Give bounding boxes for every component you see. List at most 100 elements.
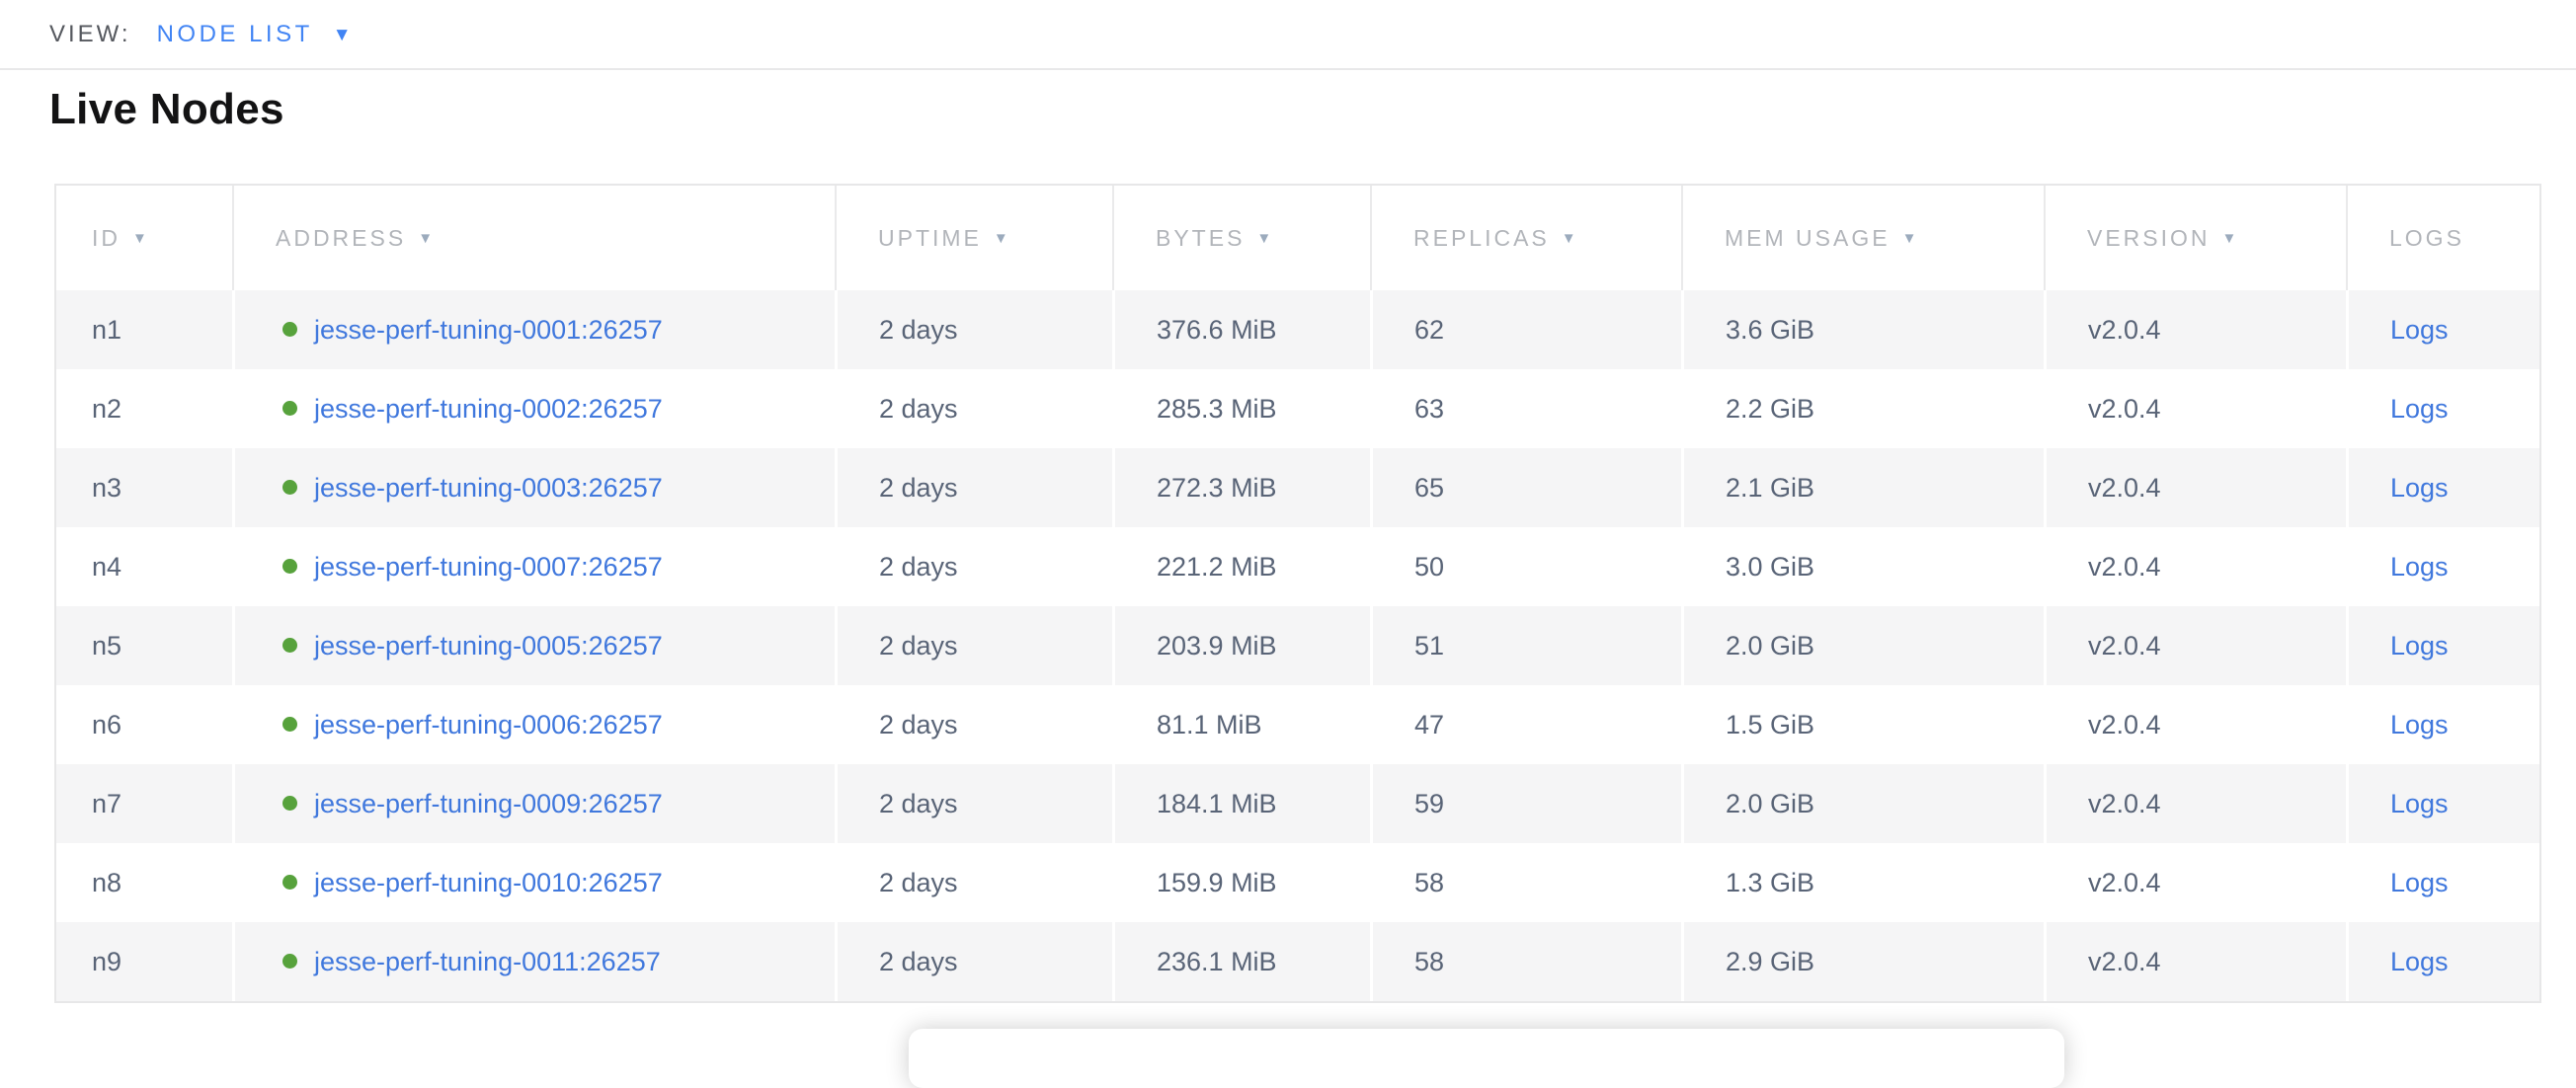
node-live-dot-icon xyxy=(282,322,297,337)
node-address-link[interactable]: jesse-perf-tuning-0003:26257 xyxy=(314,473,663,503)
cell-id: n7 xyxy=(56,764,232,843)
cell-mem-usage: 1.3 GiB xyxy=(1681,843,2044,922)
node-logs-link[interactable]: Logs xyxy=(2390,473,2449,503)
view-dropdown-value: NODE LIST xyxy=(157,21,313,48)
column-label: MEM USAGE xyxy=(1725,225,1891,251)
cell-bytes: 221.2 MiB xyxy=(1112,527,1370,606)
node-live-dot-icon xyxy=(282,796,297,811)
cell-replicas: 63 xyxy=(1370,369,1681,448)
sort-arrow-icon: ▼ xyxy=(2222,230,2237,247)
cell-id: n6 xyxy=(56,685,232,764)
cell-uptime: 2 days xyxy=(835,606,1112,685)
node-address-link[interactable]: jesse-perf-tuning-0001:26257 xyxy=(314,315,663,345)
cell-version: v2.0.4 xyxy=(2044,764,2346,843)
node-logs-link[interactable]: Logs xyxy=(2390,631,2449,661)
sort-arrow-icon: ▼ xyxy=(1256,230,1271,247)
cell-replicas: 58 xyxy=(1370,843,1681,922)
live-nodes-table: ID ▼ ADDRESS ▼ UPTIME▼ BYTES ▼ REPLICAS ▼ MEM USA… xyxy=(54,184,2541,1003)
node-address-link[interactable]: jesse-perf-tuning-0005:26257 xyxy=(314,631,663,661)
node-address-link[interactable]: jesse-perf-tuning-0002:26257 xyxy=(314,394,663,424)
node-logs-link[interactable]: Logs xyxy=(2390,868,2449,897)
cell-logs: Logs xyxy=(2346,685,2539,764)
next-section-card xyxy=(909,1029,2064,1088)
cell-version: v2.0.4 xyxy=(2044,843,2346,922)
cell-address: jesse-perf-tuning-0010:26257 xyxy=(232,843,835,922)
sort-arrow-icon: ▼ xyxy=(418,230,433,247)
cell-version: v2.0.4 xyxy=(2044,290,2346,369)
column-header-uptime[interactable]: UPTIME▼ xyxy=(835,186,1112,290)
cell-uptime: 2 days xyxy=(835,290,1112,369)
cell-address: jesse-perf-tuning-0011:26257 xyxy=(232,922,835,1001)
cell-replicas: 51 xyxy=(1370,606,1681,685)
node-address-link[interactable]: jesse-perf-tuning-0006:26257 xyxy=(314,710,663,739)
table-row: n9jesse-perf-tuning-0011:262572 days236.… xyxy=(56,922,2539,1001)
cell-id: n4 xyxy=(56,527,232,606)
column-header-mem-usage[interactable]: MEM USAGE▼ xyxy=(1681,186,2044,290)
cell-mem-usage: 2.0 GiB xyxy=(1681,764,2044,843)
cell-mem-usage: 2.0 GiB xyxy=(1681,606,2044,685)
column-header-address[interactable]: ADDRESS ▼ xyxy=(232,186,835,290)
cell-mem-usage: 2.2 GiB xyxy=(1681,369,2044,448)
cell-id: n3 xyxy=(56,448,232,527)
node-live-dot-icon xyxy=(282,401,297,416)
sort-arrow-icon: ▼ xyxy=(132,230,147,247)
table-row: n6jesse-perf-tuning-0006:262572 days81.1… xyxy=(56,685,2539,764)
cell-mem-usage: 1.5 GiB xyxy=(1681,685,2044,764)
node-logs-link[interactable]: Logs xyxy=(2390,789,2449,818)
view-bar: VIEW: NODE LIST ▼ xyxy=(0,0,2576,70)
column-header-bytes[interactable]: BYTES ▼ xyxy=(1112,186,1370,290)
cell-uptime: 2 days xyxy=(835,764,1112,843)
view-dropdown[interactable]: NODE LIST ▼ xyxy=(157,21,352,48)
node-logs-link[interactable]: Logs xyxy=(2390,947,2449,976)
column-header-replicas[interactable]: REPLICAS ▼ xyxy=(1370,186,1681,290)
cell-version: v2.0.4 xyxy=(2044,922,2346,1001)
column-label: VERSION xyxy=(2087,225,2211,251)
cell-bytes: 376.6 MiB xyxy=(1112,290,1370,369)
sort-arrow-icon: ▼ xyxy=(1562,230,1576,247)
cell-bytes: 236.1 MiB xyxy=(1112,922,1370,1001)
node-logs-link[interactable]: Logs xyxy=(2390,710,2449,739)
cell-address: jesse-perf-tuning-0001:26257 xyxy=(232,290,835,369)
node-address-link[interactable]: jesse-perf-tuning-0010:26257 xyxy=(314,868,663,897)
table-row: n3jesse-perf-tuning-0003:262572 days272.… xyxy=(56,448,2539,527)
column-label: ID xyxy=(92,225,121,251)
cell-address: jesse-perf-tuning-0005:26257 xyxy=(232,606,835,685)
nodes-table: ID ▼ ADDRESS ▼ UPTIME▼ BYTES ▼ REPLICAS ▼ MEM USA… xyxy=(54,184,2541,1003)
column-label: REPLICAS xyxy=(1413,225,1550,251)
node-live-dot-icon xyxy=(282,717,297,732)
cell-bytes: 159.9 MiB xyxy=(1112,843,1370,922)
cell-address: jesse-perf-tuning-0007:26257 xyxy=(232,527,835,606)
node-logs-link[interactable]: Logs xyxy=(2390,552,2449,582)
cell-logs: Logs xyxy=(2346,606,2539,685)
cell-version: v2.0.4 xyxy=(2044,606,2346,685)
node-logs-link[interactable]: Logs xyxy=(2390,394,2449,424)
chevron-down-icon: ▼ xyxy=(333,25,352,46)
cell-id: n1 xyxy=(56,290,232,369)
cell-mem-usage: 3.6 GiB xyxy=(1681,290,2044,369)
column-label: LOGS xyxy=(2389,225,2464,251)
cell-version: v2.0.4 xyxy=(2044,369,2346,448)
column-label: BYTES xyxy=(1156,225,1245,251)
node-address-link[interactable]: jesse-perf-tuning-0007:26257 xyxy=(314,552,663,582)
column-header-id[interactable]: ID ▼ xyxy=(56,186,232,290)
table-row: n4jesse-perf-tuning-0007:262572 days221.… xyxy=(56,527,2539,606)
view-label: VIEW: xyxy=(49,21,131,48)
cell-replicas: 58 xyxy=(1370,922,1681,1001)
cell-id: n5 xyxy=(56,606,232,685)
table-row: n5 jesse-perf-tuning-0005:26257 2 days203.… xyxy=(56,606,2539,685)
cell-id: n2 xyxy=(56,369,232,448)
column-header-version[interactable]: VERSION ▼ xyxy=(2044,186,2346,290)
cell-mem-usage: 3.0 GiB xyxy=(1681,527,2044,606)
cell-address: jesse-perf-tuning-0009:26257 xyxy=(232,764,835,843)
cell-bytes: 203.9 MiB xyxy=(1112,606,1370,685)
table-row: n1 jesse-perf-tuning-0001:26257 2 days376.… xyxy=(56,290,2539,369)
cell-address: jesse-perf-tuning-0002:26257 xyxy=(232,369,835,448)
cell-bytes: 184.1 MiB xyxy=(1112,764,1370,843)
cell-uptime: 2 days xyxy=(835,685,1112,764)
node-address-link[interactable]: jesse-perf-tuning-0011:26257 xyxy=(314,947,661,976)
node-logs-link[interactable]: Logs xyxy=(2390,315,2449,345)
column-header-logs: LOGS xyxy=(2346,186,2539,290)
cell-logs: Logs xyxy=(2346,843,2539,922)
node-address-link[interactable]: jesse-perf-tuning-0009:26257 xyxy=(314,789,663,818)
column-label: ADDRESS xyxy=(276,225,406,251)
